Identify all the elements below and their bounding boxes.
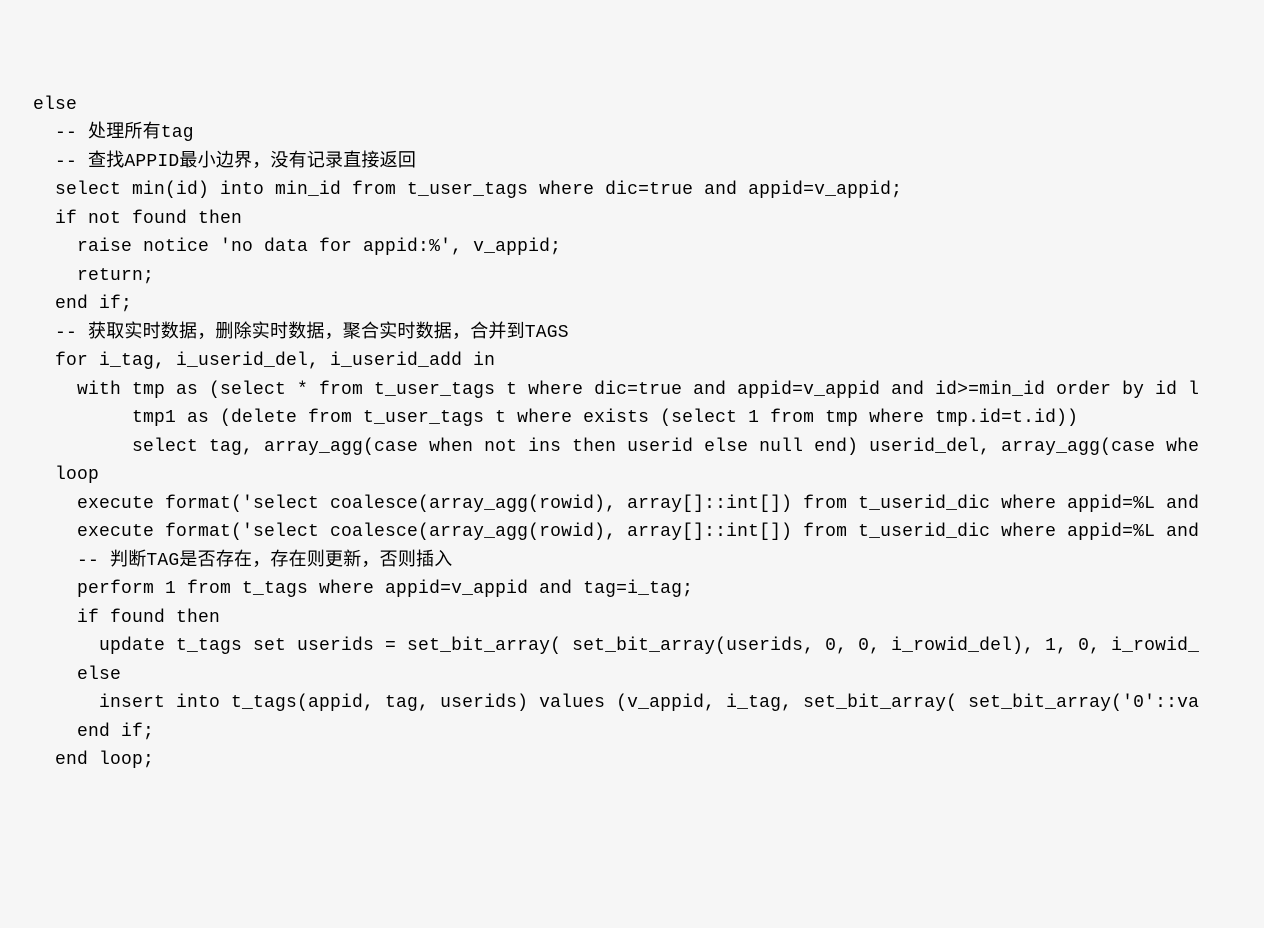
code-line: if found then	[33, 604, 1264, 633]
code-line: select min(id) into min_id from t_user_t…	[33, 176, 1264, 205]
code-line: execute format('select coalesce(array_ag…	[33, 518, 1264, 547]
code-block: else -- 处理所有tag -- 查找APPID最小边界，没有记录直接返回 …	[33, 91, 1264, 775]
code-line: loop	[33, 461, 1264, 490]
code-line: insert into t_tags(appid, tag, userids) …	[33, 689, 1264, 718]
code-line: raise notice 'no data for appid:%', v_ap…	[33, 233, 1264, 262]
code-line: -- 获取实时数据，删除实时数据，聚合实时数据，合并到TAGS	[33, 319, 1264, 348]
code-line: update t_tags set userids = set_bit_arra…	[33, 632, 1264, 661]
code-line: for i_tag, i_userid_del, i_userid_add in	[33, 347, 1264, 376]
code-line: end if;	[33, 290, 1264, 319]
code-line: -- 查找APPID最小边界，没有记录直接返回	[33, 148, 1264, 177]
code-line: end loop;	[33, 746, 1264, 775]
code-line: return;	[33, 262, 1264, 291]
code-line: -- 判断TAG是否存在，存在则更新，否则插入	[33, 547, 1264, 576]
code-line: else	[33, 661, 1264, 690]
code-line: tmp1 as (delete from t_user_tags t where…	[33, 404, 1264, 433]
code-line: perform 1 from t_tags where appid=v_appi…	[33, 575, 1264, 604]
code-line: select tag, array_agg(case when not ins …	[33, 433, 1264, 462]
code-line: -- 处理所有tag	[33, 119, 1264, 148]
code-line: end if;	[33, 718, 1264, 747]
code-line: with tmp as (select * from t_user_tags t…	[33, 376, 1264, 405]
code-line: if not found then	[33, 205, 1264, 234]
code-line: else	[33, 91, 1264, 120]
code-line: execute format('select coalesce(array_ag…	[33, 490, 1264, 519]
